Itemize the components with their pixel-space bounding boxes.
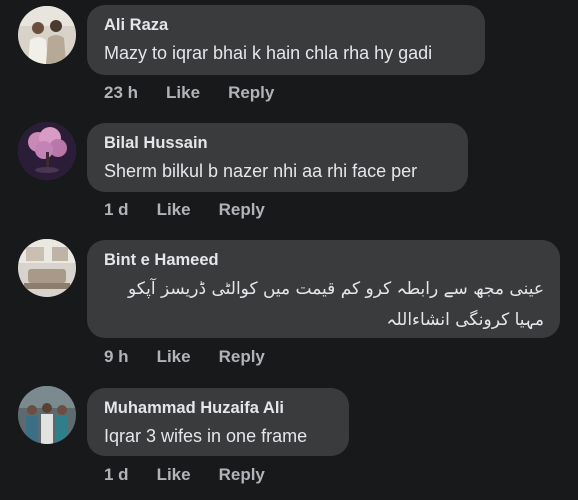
like-button[interactable]: Like (157, 200, 191, 220)
avatar[interactable] (18, 122, 76, 180)
comment-bubble: Ali Raza Mazy to iqrar bhai k hain chla … (87, 5, 485, 75)
comment-text: Mazy to iqrar bhai k hain chla rha hy ga… (104, 43, 433, 63)
comment-author[interactable]: Ali Raza (104, 15, 469, 35)
comment-author[interactable]: Bilal Hussain (104, 133, 452, 153)
like-button[interactable]: Like (157, 347, 191, 367)
avatar[interactable] (18, 386, 76, 444)
comment-bubble: Bilal Hussain Sherm bilkul b nazer nhi a… (87, 123, 468, 192)
comment-timestamp[interactable]: 1 d (104, 465, 129, 485)
comment-timestamp[interactable]: 1 d (104, 200, 129, 220)
group-photo-avatar-icon (18, 386, 76, 444)
avatar[interactable] (18, 6, 76, 64)
comment-author[interactable]: Muhammad Huzaifa Ali (104, 398, 333, 418)
comment-author[interactable]: Bint e Hameed (104, 250, 544, 270)
comment-bubble: Muhammad Huzaifa Ali Iqrar 3 wifes in on… (87, 388, 349, 456)
avatar[interactable] (18, 239, 76, 297)
comment-text: Sherm bilkul b nazer nhi aa rhi face per (104, 161, 418, 181)
couple-photo-avatar-icon (18, 6, 76, 64)
comment-actions: 1 d Like Reply (104, 200, 265, 220)
comment-actions: 23 h Like Reply (104, 83, 274, 103)
comment-timestamp[interactable]: 23 h (104, 83, 138, 103)
like-button[interactable]: Like (157, 465, 191, 485)
pink-tree-avatar-icon (18, 122, 76, 180)
comments-list: Ali Raza Mazy to iqrar bhai k hain chla … (0, 0, 578, 500)
comment-bubble: Bint e Hameed عینی مجھ سے رابطہ کرو کم ق… (87, 240, 560, 338)
reply-button[interactable]: Reply (228, 83, 274, 103)
reply-button[interactable]: Reply (219, 465, 265, 485)
comment-actions: 1 d Like Reply (104, 465, 265, 485)
comment-text: Iqrar 3 wifes in one frame (104, 426, 308, 446)
room-interior-avatar-icon (18, 239, 76, 297)
like-button[interactable]: Like (166, 83, 200, 103)
comment-actions: 9 h Like Reply (104, 347, 265, 367)
comment-text: عینی مجھ سے رابطہ کرو کم قیمت میں کوالٹی… (127, 279, 544, 330)
reply-button[interactable]: Reply (219, 347, 265, 367)
reply-button[interactable]: Reply (219, 200, 265, 220)
comment-timestamp[interactable]: 9 h (104, 347, 129, 367)
